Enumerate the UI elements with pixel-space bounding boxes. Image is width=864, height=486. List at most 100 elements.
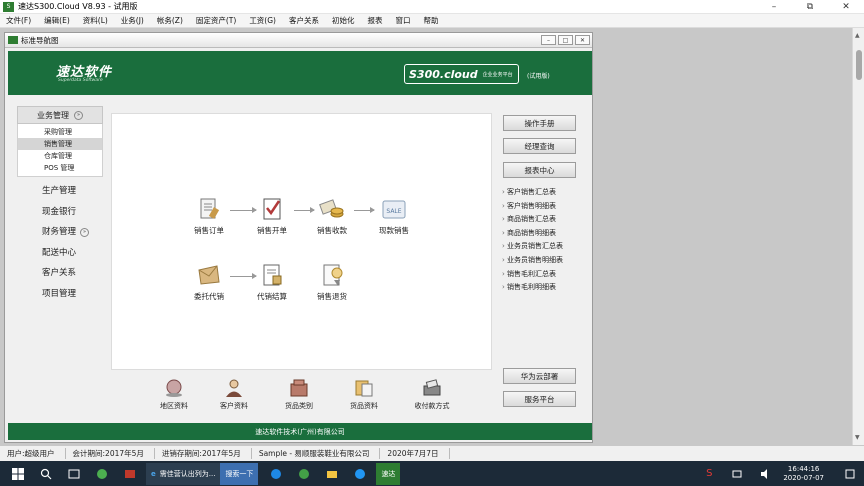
- search-icon[interactable]: [36, 464, 56, 484]
- menu-init[interactable]: 初始化: [326, 15, 362, 26]
- menu-crm[interactable]: 客户关系: [283, 15, 326, 26]
- menu-fixed-assets[interactable]: 固定资产(T): [190, 15, 243, 26]
- shortcut-payment-method[interactable]: 收付款方式: [403, 378, 461, 411]
- vertical-scrollbar[interactable]: ▲ ▼: [852, 28, 864, 445]
- task-label: 需佳营认出列为...: [159, 469, 216, 478]
- scroll-thumb[interactable]: [856, 50, 862, 80]
- clock[interactable]: 16:44:16 2020-07-07: [775, 465, 832, 483]
- svg-text:SALE: SALE: [386, 208, 401, 215]
- shortcut-region[interactable]: 地区资料: [145, 378, 203, 411]
- menu-file[interactable]: 文件(F): [0, 15, 38, 26]
- node-cash-sale[interactable]: SALE 现款销售: [372, 196, 416, 236]
- menu-edit[interactable]: 编辑(E): [38, 15, 77, 26]
- report-link[interactable]: 客户销售汇总表: [502, 186, 563, 200]
- scroll-up-icon[interactable]: ▲: [855, 32, 860, 39]
- sub-item-warehouse[interactable]: 仓库管理: [18, 150, 102, 162]
- shortcut-goods[interactable]: 货品资料: [335, 378, 393, 411]
- nav-item-cash-bank[interactable]: 现金银行: [17, 202, 107, 223]
- node-sales-order[interactable]: 销售订单: [187, 196, 231, 236]
- cash-sale-icon: SALE: [380, 196, 408, 222]
- node-label: 现款销售: [379, 226, 409, 235]
- title-bar: S 速达S300.Cloud V8.93 - 试用版 – ⧉ ✕: [0, 0, 864, 14]
- nav-item-production[interactable]: 生产管理: [17, 181, 107, 202]
- menu-accounts[interactable]: 帐务(Z): [151, 15, 190, 26]
- service-platform-button[interactable]: 服务平台: [503, 391, 576, 407]
- window-controls: – ⧉ ✕: [756, 0, 864, 14]
- scroll-down-icon[interactable]: ▼: [855, 434, 860, 441]
- report-link[interactable]: 商品销售汇总表: [502, 213, 563, 227]
- report-link[interactable]: 业务员销售明细表: [502, 254, 563, 268]
- expand-chevron-icon[interactable]: »: [80, 227, 90, 237]
- volume-icon[interactable]: [755, 464, 775, 484]
- child-minimize-button[interactable]: –: [541, 35, 556, 45]
- node-consignment-settle[interactable]: 代销结算: [250, 262, 294, 302]
- network-icon[interactable]: [727, 464, 747, 484]
- customer-icon: [223, 378, 245, 398]
- sales-invoice-icon: [258, 196, 286, 222]
- node-consignment[interactable]: 委托代销: [187, 262, 231, 302]
- taskbar-ie-task[interactable]: e 需佳营认出列为...: [146, 462, 221, 485]
- task-label: 搜索一下: [225, 469, 254, 478]
- menu-payroll[interactable]: 工资(G): [243, 15, 283, 26]
- shortcut-label: 地区资料: [160, 402, 188, 410]
- nav-item-finance[interactable]: 财务管理»: [17, 222, 107, 243]
- menu-reports[interactable]: 报表: [361, 15, 389, 26]
- node-sales-receipt[interactable]: 销售收款: [310, 196, 354, 236]
- shortcut-label: 货品资料: [350, 402, 378, 410]
- video-icon[interactable]: [350, 464, 370, 484]
- report-link[interactable]: 销售毛利汇总表: [502, 268, 563, 282]
- browser-icon[interactable]: [294, 464, 314, 484]
- manual-button[interactable]: 操作手册: [503, 115, 576, 131]
- sales-order-icon: [195, 196, 223, 222]
- restore-button[interactable]: ⧉: [792, 0, 828, 14]
- app-360-icon[interactable]: [92, 464, 112, 484]
- sub-item-purchase[interactable]: 采购管理: [18, 126, 102, 138]
- workflow-canvas: 销售订单 销售开单 销售收款 SALE 现款销售 委托代销 代销结算 销售退货: [111, 113, 492, 370]
- child-close-button[interactable]: ✕: [575, 35, 590, 45]
- nav-label: 生产管理: [42, 186, 77, 196]
- nav-item-crm[interactable]: 客户关系: [17, 263, 107, 284]
- close-button[interactable]: ✕: [828, 0, 864, 14]
- nav-window-icon: [8, 36, 18, 44]
- taskbar-search-task[interactable]: 搜索一下: [220, 462, 259, 485]
- taskbar-superdata-task[interactable]: 速达: [376, 462, 401, 485]
- node-sales-return[interactable]: 销售退货: [310, 262, 354, 302]
- collapse-chevron-icon[interactable]: »: [74, 110, 83, 120]
- nav-label: 财务管理: [42, 227, 77, 237]
- folder-icon[interactable]: [322, 464, 342, 484]
- nav-item-distribution[interactable]: 配送中心: [17, 243, 107, 264]
- edge-icon[interactable]: [266, 464, 286, 484]
- windows-start-icon[interactable]: [8, 464, 28, 484]
- sub-item-pos[interactable]: POS 管理: [18, 162, 102, 174]
- sub-item-sales[interactable]: 销售管理: [18, 138, 102, 150]
- media-icon[interactable]: [120, 464, 140, 484]
- node-label: 代销结算: [257, 292, 287, 301]
- node-sales-invoice[interactable]: 销售开单: [250, 196, 294, 236]
- node-label: 委托代销: [194, 292, 224, 301]
- group-header-business[interactable]: 业务管理 »: [17, 106, 103, 124]
- report-link[interactable]: 业务员销售汇总表: [502, 240, 563, 254]
- menu-data[interactable]: 资料(L): [77, 15, 115, 26]
- brand-subtitle: Superdata Software: [58, 78, 103, 83]
- menu-business[interactable]: 业务(J): [115, 15, 151, 26]
- task-view-icon[interactable]: [64, 464, 84, 484]
- status-accounting-period: 会计期间:2017年5月: [66, 448, 155, 459]
- menu-window[interactable]: 窗口: [389, 15, 417, 26]
- report-link[interactable]: 客户销售明细表: [502, 200, 563, 214]
- ime-icon[interactable]: S: [699, 464, 719, 484]
- report-link[interactable]: 商品销售明细表: [502, 227, 563, 241]
- huawei-cloud-button[interactable]: 华为云部署: [503, 368, 576, 384]
- notification-icon[interactable]: [840, 464, 860, 484]
- minimize-button[interactable]: –: [756, 0, 792, 14]
- menu-help[interactable]: 帮助: [417, 15, 445, 26]
- child-maximize-button[interactable]: □: [558, 35, 573, 45]
- nav-item-projects[interactable]: 项目管理: [17, 284, 107, 305]
- node-label: 销售开单: [257, 226, 287, 235]
- manager-query-button[interactable]: 经理查询: [503, 138, 576, 154]
- shortcut-goods-category[interactable]: 货品类别: [270, 378, 328, 411]
- goods-category-icon: [288, 378, 310, 398]
- report-center-button[interactable]: 报表中心: [503, 162, 576, 178]
- report-link[interactable]: 销售毛利明细表: [502, 281, 563, 295]
- shortcut-customer[interactable]: 客户资料: [205, 378, 263, 411]
- shortcut-label: 货品类别: [285, 402, 313, 410]
